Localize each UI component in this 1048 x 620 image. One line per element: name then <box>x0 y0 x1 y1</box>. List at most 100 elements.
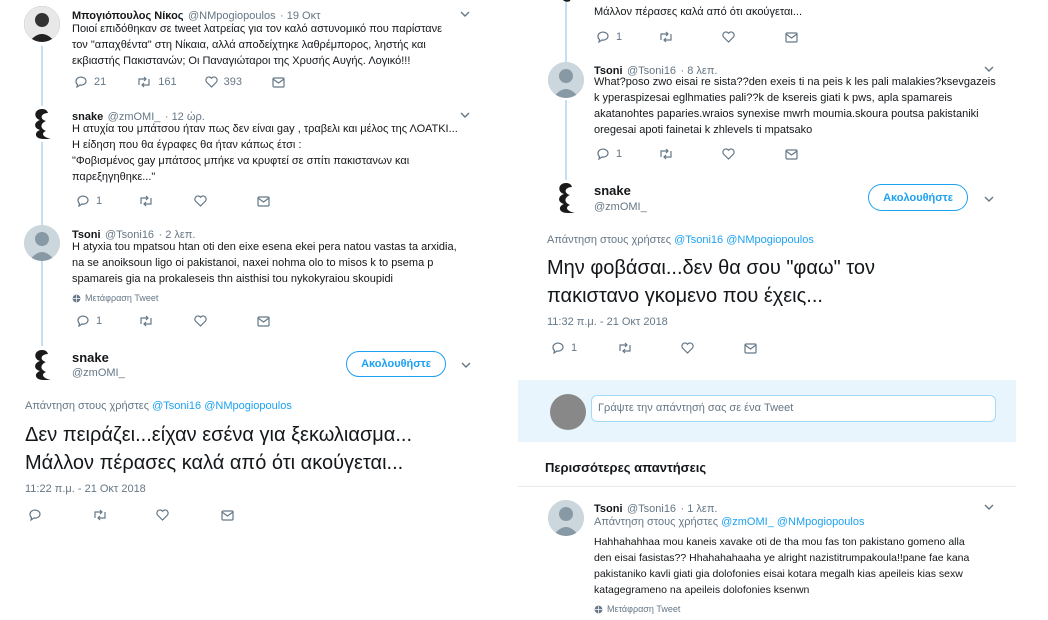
tweet-line: na se anoiksoun ligo oi pakistanoi, naxe… <box>72 257 434 269</box>
current-user-avatar[interactable] <box>550 394 586 430</box>
mention-link[interactable]: @NMpogiopoulos <box>204 400 292 412</box>
right-column: Μάλλον πέρασες καλά από ότι ακούγεται...… <box>518 0 1018 620</box>
mention-link[interactable]: @Tsoni16 <box>674 234 723 246</box>
reply-input[interactable]: Γράψτε την απάντησή σας σε ένα Tweet <box>591 395 996 422</box>
tweet-actions: 1 <box>76 195 270 207</box>
message-button[interactable] <box>272 76 285 88</box>
tweet-line: pakistaniko kavli giati gia dolofonies e… <box>594 568 963 580</box>
like-button[interactable] <box>722 31 735 43</box>
reply-count: 1 <box>616 148 623 160</box>
tweet-line: πακιστανο γκομενο που έχεις... <box>547 285 823 307</box>
like-button[interactable] <box>194 195 207 207</box>
retweet-button[interactable] <box>658 31 674 43</box>
translate-tweet-link[interactable]: Μετάφραση Tweet <box>594 604 680 614</box>
chevron-down-icon[interactable] <box>461 360 471 370</box>
tweet-line: Μάλλον πέρασες καλά από ότι ακούγεται... <box>594 6 803 18</box>
left-column: Μπογιόπουλος Νίκος @NMpogiopoulos · 19 Ο… <box>0 0 484 620</box>
tweet-author-handle[interactable]: @Tsoni16 <box>627 503 676 515</box>
avatar-snake[interactable] <box>24 106 60 142</box>
tweet-line: εκβιαστής Πακιστανών; Οι Παναγιώταροι τη… <box>72 55 411 67</box>
reply-count: 1 <box>571 342 578 354</box>
reply-prefix: Απάντηση στους χρήστες <box>25 400 150 412</box>
mention-link[interactable]: @zmOMI_ <box>721 516 774 528</box>
tweet-line: katagegrameno na apeileis dolofonies kse… <box>594 584 810 596</box>
thread-line <box>565 100 567 182</box>
tweet-line: Ποιοί επιδόθηκαν σε tweet λατρείας για τ… <box>72 23 443 35</box>
avatar-snake-partial[interactable] <box>556 0 576 6</box>
chevron-down-icon[interactable] <box>984 194 994 204</box>
main-tweet-author-handle[interactable]: @zmOMI_ <box>72 367 125 379</box>
tweet-actions: 1 <box>596 31 798 43</box>
avatar-snake[interactable] <box>24 347 60 383</box>
like-button[interactable] <box>194 315 207 327</box>
divider <box>518 486 1016 487</box>
tweet-line: "Φοβισμένος gay μπάτσος μπήκε να κρυφτεί… <box>72 155 410 167</box>
main-tweet-author-handle[interactable]: @zmOMI_ <box>594 201 647 213</box>
avatar-tsoni[interactable] <box>548 62 584 98</box>
reply-prefix: Απάντηση στους χρήστες <box>594 516 719 528</box>
chevron-down-icon[interactable] <box>460 9 470 19</box>
like-button[interactable]: 393 <box>204 76 242 88</box>
tweet-timestamp[interactable]: 11:32 π.μ. - 21 Οκτ 2018 <box>547 316 668 328</box>
avatar-tsoni[interactable] <box>548 500 584 536</box>
tweet-time[interactable]: · 1 λεπ. <box>681 503 718 515</box>
tweet-text: Hahhahahhaa mou kaneis xavake oti de tha… <box>594 534 969 598</box>
like-button[interactable] <box>156 509 169 521</box>
tweet-text: What?poso zwo eisai re sista??den exeis … <box>594 74 996 138</box>
message-button[interactable] <box>785 148 798 160</box>
retweet-button[interactable] <box>138 315 154 327</box>
retweet-button[interactable] <box>658 148 674 160</box>
reply-context: Απάντηση στους χρήστες @Tsoni16 @NMpogio… <box>547 234 814 246</box>
tweet-actions: 1 <box>596 148 798 160</box>
more-replies-heading: Περισσότερες απαντήσεις <box>545 460 707 475</box>
retweet-button[interactable]: 161 <box>136 76 177 88</box>
mention-link[interactable]: @NMpogiopoulos <box>777 516 865 528</box>
tweet-line: Δεν πειράζει...είχαν εσένα για ξεκωλιασμ… <box>25 424 413 446</box>
main-tweet-author-name[interactable]: snake <box>72 350 109 365</box>
follow-button[interactable]: Ακολουθήστε <box>868 184 968 211</box>
message-button[interactable] <box>257 315 270 327</box>
retweet-button[interactable] <box>92 509 108 521</box>
tweet-actions <box>28 509 234 521</box>
globe-icon <box>72 294 81 302</box>
tweet-line: H atyxia tou mpatsou htan oti den eixe e… <box>72 241 457 253</box>
chevron-down-icon[interactable] <box>984 502 994 512</box>
chevron-down-icon[interactable] <box>984 64 994 74</box>
retweet-button[interactable] <box>617 342 633 354</box>
reply-button[interactable]: 1 <box>596 148 622 160</box>
translate-tweet-link[interactable]: Μετάφραση Tweet <box>72 293 158 303</box>
retweet-button[interactable] <box>138 195 154 207</box>
message-button[interactable] <box>221 509 234 521</box>
message-button[interactable] <box>785 31 798 43</box>
reply-button[interactable]: 21 <box>74 76 106 88</box>
tweet-line: k yperaspizesai eglhmaties pali??k de ks… <box>594 92 953 104</box>
tweet-line: τον "απαχθέντα" στη Νίκαια, αλλά αποδείχ… <box>72 39 426 51</box>
mention-link[interactable]: @NMpogiopoulos <box>726 234 814 246</box>
like-button[interactable] <box>681 342 694 354</box>
tweet-line: Η είδηση που θα έγραφες θα ήταν κάπως έτ… <box>72 139 302 151</box>
reply-prefix: Απάντηση στους χρήστες <box>547 234 672 246</box>
tweet-author-name[interactable]: Tsoni <box>594 503 623 515</box>
reply-button[interactable]: 1 <box>76 195 102 207</box>
reply-button[interactable] <box>28 509 42 521</box>
mention-link[interactable]: @Tsoni16 <box>152 400 201 412</box>
reply-button[interactable]: 1 <box>76 315 102 327</box>
tweet-line: παρεξηγηθηκε..." <box>72 171 156 183</box>
follow-button[interactable]: Ακολουθήστε <box>346 351 446 377</box>
reply-button[interactable]: 1 <box>551 342 577 354</box>
reply-button[interactable]: 1 <box>596 31 622 43</box>
message-button[interactable] <box>257 195 270 207</box>
message-button[interactable] <box>744 342 757 354</box>
chevron-down-icon[interactable] <box>460 110 470 120</box>
main-tweet-text: Μην φοβάσαι...δεν θα σου "φαω" τον πακισ… <box>547 254 875 310</box>
avatar-nmpogiopoulos[interactable] <box>24 6 60 42</box>
avatar-tsoni[interactable] <box>24 225 60 261</box>
avatar-snake[interactable] <box>548 180 584 216</box>
main-tweet-author-name[interactable]: snake <box>594 183 631 198</box>
tweet-text: Η ατυχία του μπάτσου ήταν πως δεν είναι … <box>72 121 472 185</box>
main-tweet-text: Δεν πειράζει...είχαν εσένα για ξεκωλιασμ… <box>25 421 412 477</box>
like-button[interactable] <box>722 148 735 160</box>
tweet-line: oregesai apoti fainetai k zhlevels ti mp… <box>594 124 813 136</box>
reply-compose-area: Γράψτε την απάντησή σας σε ένα Tweet <box>518 380 1016 442</box>
tweet-timestamp[interactable]: 11:22 π.μ. - 21 Οκτ 2018 <box>25 483 146 495</box>
